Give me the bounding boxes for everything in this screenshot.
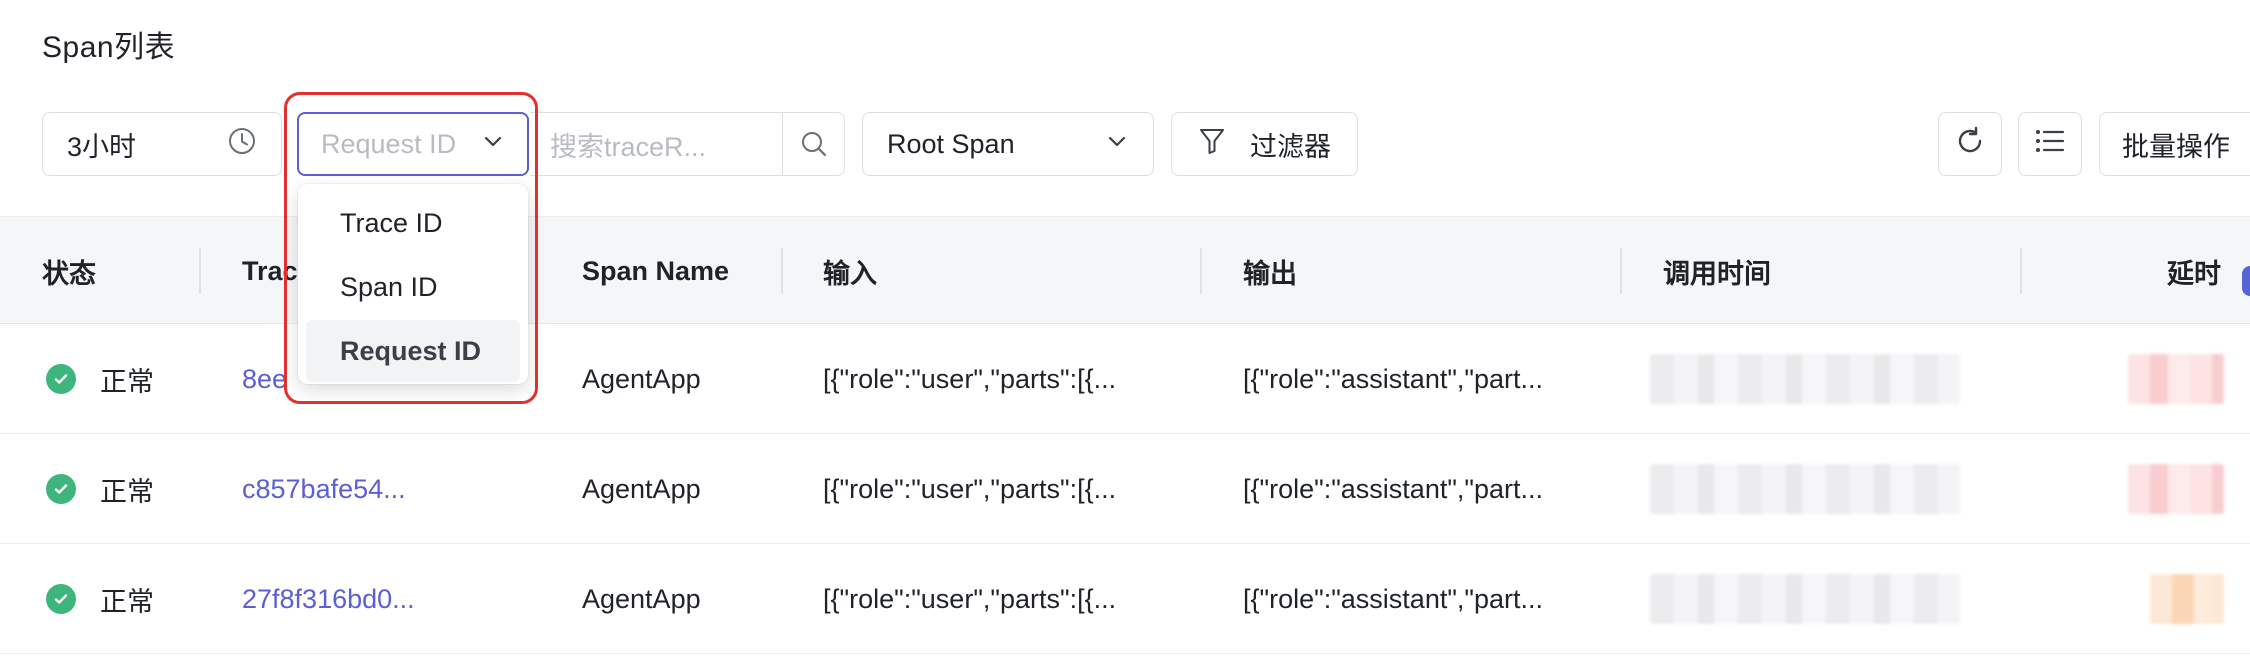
trace-id-link[interactable]: 8ee bbox=[242, 324, 287, 434]
trace-id-link[interactable]: 27f8f316bd0... bbox=[242, 544, 415, 654]
redacted-latency bbox=[2128, 354, 2224, 404]
clock-icon bbox=[227, 126, 257, 163]
redacted-call-time bbox=[1650, 574, 1960, 624]
trace-id-link[interactable]: c857bafe54... bbox=[242, 434, 406, 544]
column-divider[interactable] bbox=[1200, 248, 1202, 294]
column-header-output: 输出 bbox=[1243, 258, 1297, 289]
batch-label: 批量操作 bbox=[2122, 131, 2230, 162]
status-text: 正常 bbox=[100, 366, 154, 397]
status-cell: 正常 bbox=[46, 324, 154, 434]
redacted-latency bbox=[2150, 574, 2224, 624]
column-divider[interactable] bbox=[781, 248, 783, 294]
output-cell[interactable]: [{"role":"assistant","part... bbox=[1243, 434, 1543, 544]
span-type-value: Root Span bbox=[887, 128, 1015, 159]
output-cell[interactable]: [{"role":"assistant","part... bbox=[1243, 324, 1543, 434]
status-cell: 正常 bbox=[46, 434, 154, 544]
redacted-call-time bbox=[1650, 354, 1960, 404]
span-name-cell: AgentApp bbox=[582, 473, 701, 504]
check-circle-icon bbox=[46, 474, 76, 504]
check-circle-icon bbox=[46, 364, 76, 394]
column-divider[interactable] bbox=[1620, 248, 1622, 294]
output-cell[interactable]: [{"role":"assistant","part... bbox=[1243, 544, 1543, 654]
column-header-status: 状态 bbox=[42, 258, 96, 289]
column-header-input: 输入 bbox=[823, 258, 877, 289]
filter-button[interactable]: 过滤器 bbox=[1171, 112, 1358, 176]
time-range-picker[interactable]: 3小时 bbox=[42, 112, 282, 176]
redacted-call-time bbox=[1650, 464, 1960, 514]
column-header-latency: 延时 bbox=[2167, 258, 2221, 289]
funnel-icon bbox=[1198, 126, 1226, 163]
check-circle-icon bbox=[46, 584, 76, 614]
chevron-down-icon bbox=[1105, 129, 1129, 160]
search-placeholder: 搜索traceR... bbox=[550, 131, 707, 162]
refresh-icon bbox=[1953, 124, 1987, 165]
annotation-highlight-box bbox=[284, 92, 538, 404]
table-row[interactable]: 正常 c857bafe54... AgentApp [{"role":"user… bbox=[0, 434, 2250, 544]
list-icon bbox=[2034, 127, 2066, 162]
refresh-button[interactable] bbox=[1938, 112, 2002, 176]
input-cell[interactable]: [{"role":"user","parts":[{... bbox=[823, 544, 1116, 654]
column-divider[interactable] bbox=[2020, 248, 2022, 294]
filter-label: 过滤器 bbox=[1250, 131, 1331, 162]
input-cell[interactable]: [{"role":"user","parts":[{... bbox=[823, 324, 1116, 434]
span-name-cell: AgentApp bbox=[582, 583, 701, 614]
status-text: 正常 bbox=[100, 586, 154, 617]
search-icon[interactable] bbox=[782, 113, 844, 175]
redacted-latency bbox=[2128, 464, 2224, 514]
span-name-cell: AgentApp bbox=[582, 363, 701, 394]
time-range-value: 3小时 bbox=[67, 131, 137, 162]
column-header-call-time: 调用时间 bbox=[1663, 258, 1771, 289]
scroll-indicator[interactable] bbox=[2242, 266, 2250, 296]
column-divider[interactable] bbox=[199, 248, 201, 294]
column-header-span-name: Span Name bbox=[582, 255, 730, 286]
table-row[interactable]: 正常 27f8f316bd0... AgentApp [{"role":"use… bbox=[0, 544, 2250, 654]
status-cell: 正常 bbox=[46, 544, 154, 654]
span-type-select[interactable]: Root Span bbox=[862, 112, 1154, 176]
input-cell[interactable]: [{"role":"user","parts":[{... bbox=[823, 434, 1116, 544]
trace-search-input[interactable]: 搜索traceR... bbox=[530, 112, 845, 176]
page-title: Span列表 bbox=[42, 31, 176, 64]
status-text: 正常 bbox=[100, 476, 154, 507]
batch-action-button[interactable]: 批量操作 bbox=[2099, 112, 2250, 176]
column-settings-button[interactable] bbox=[2018, 112, 2082, 176]
